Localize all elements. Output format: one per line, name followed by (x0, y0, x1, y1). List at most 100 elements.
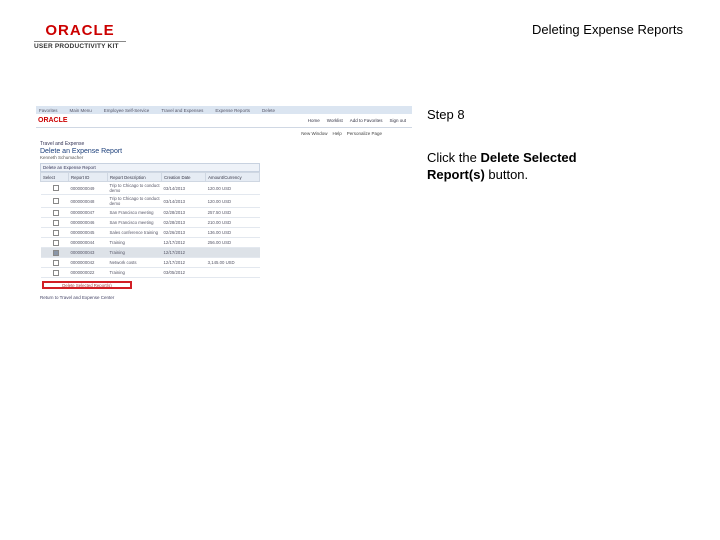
date-cell: 02/26/2013 (161, 227, 206, 238)
description-cell: San Francisco meeting (107, 217, 162, 228)
screenshot-page-title: Delete an Expense Report (40, 148, 123, 155)
table-row: 0000000022 Training 03/05/2012 (40, 267, 260, 278)
description-cell: Training (107, 267, 162, 278)
expense-report-table: Select Report ID Report Description Crea… (40, 172, 260, 278)
logo-divider (34, 41, 126, 42)
select-checkbox[interactable] (52, 269, 59, 276)
amount-cell: 120.00 USD (205, 181, 260, 195)
application-screenshot: Favorites Main Menu Employee Self-Servic… (36, 106, 412, 302)
select-cell (40, 181, 69, 195)
date-cell: 12/17/2012 (161, 237, 206, 248)
column-creation-date: Creation Date (161, 172, 207, 182)
select-cell (40, 267, 69, 278)
link-worklist[interactable]: Worklist (327, 118, 343, 123)
link-personalize-page[interactable]: Personalize Page (347, 131, 382, 136)
column-description: Report Description (107, 172, 163, 182)
report-id-cell: 0000000042 (68, 257, 108, 268)
select-cell (40, 237, 69, 248)
nav-expense-reports[interactable]: Expense Reports (215, 108, 250, 113)
select-checkbox[interactable] (52, 185, 59, 191)
step-label: Step 8 (427, 107, 465, 122)
screenshot-brand-bar: ORACLE Home Worklist Add to Favorites Si… (36, 114, 412, 128)
select-checkbox[interactable] (52, 259, 59, 266)
screenshot-page-links: New Window Help Personalize Page (36, 128, 412, 138)
screenshot-breadcrumb[interactable]: Travel and Expense (36, 141, 412, 147)
report-id-cell: 0000000045 (68, 227, 108, 238)
report-id-cell: 0000000043 (68, 247, 108, 258)
select-checkbox[interactable] (52, 229, 59, 236)
link-home[interactable]: Home (308, 118, 320, 123)
date-cell: 03/14/2013 (161, 181, 206, 195)
amount-cell: 3,145.00 USD (205, 257, 260, 268)
date-cell: 03/14/2013 (161, 194, 206, 208)
screenshot-employee-name: Kenneth Schumacher (40, 155, 84, 160)
link-help[interactable]: Help (332, 131, 341, 136)
screenshot-section-header: Delete an Expense Report (40, 163, 260, 172)
screenshot-top-links: Home Worklist Add to Favorites Sign out (308, 118, 412, 123)
column-amount: Amount/Currency (205, 172, 260, 182)
report-id-cell: 0000000046 (68, 217, 108, 228)
nav-travel-expenses[interactable]: Travel and Expenses (161, 108, 203, 113)
table-row: 0000000047 San Francisco meeting 02/28/2… (40, 207, 260, 218)
screenshot-oracle-logo: ORACLE (38, 117, 68, 124)
select-cell (40, 194, 69, 208)
logo-brand: ORACLE (45, 22, 115, 39)
nav-favorites[interactable]: Favorites (39, 108, 58, 113)
delete-selected-reports-button[interactable]: Delete Selected Report(s) (42, 281, 132, 289)
select-checkbox-checked[interactable] (52, 249, 59, 256)
select-cell (40, 227, 69, 238)
amount-cell: 136.00 USD (205, 227, 260, 238)
select-cell (40, 207, 69, 218)
logo-product: USER PRODUCTIVITY KIT (34, 43, 119, 50)
link-add-favorites[interactable]: Add to Favorites (350, 118, 383, 123)
column-report-id: Report ID (67, 172, 109, 182)
table-row: 0000000044 Training 12/17/2012 256.00 US… (40, 237, 260, 248)
date-cell: 03/05/2012 (161, 267, 206, 278)
amount-cell: 210.00 USD (205, 217, 260, 228)
description-cell: Training (107, 237, 162, 248)
description-cell: Trip to Chicago to conduct demo (107, 194, 162, 208)
select-cell (40, 247, 69, 258)
amount-cell (205, 247, 260, 258)
description-cell: Network costs (107, 257, 162, 268)
report-id-cell: 0000000048 (68, 194, 108, 208)
report-id-cell: 0000000044 (68, 237, 108, 248)
table-row: 0000000048 Trip to Chicago to conduct de… (40, 194, 260, 208)
date-cell: 02/28/2013 (161, 207, 206, 218)
report-id-cell: 0000000049 (68, 181, 108, 195)
nav-main-menu[interactable]: Main Menu (70, 108, 92, 113)
instruction-text-before: Click the (427, 150, 481, 165)
table-header-row: Select Report ID Report Description Crea… (40, 172, 260, 182)
delete-button-label: Delete Selected Report(s) (62, 282, 112, 288)
table-row: 0000000045 Sales conference training 02/… (40, 227, 260, 238)
table-row: 0000000042 Network costs 12/17/2012 3,14… (40, 257, 260, 268)
return-link[interactable]: Return to Travel and Expense Center (40, 295, 114, 300)
select-cell (40, 217, 69, 228)
amount-cell: 257.50 USD (205, 207, 260, 218)
report-id-cell: 0000000047 (68, 207, 108, 218)
select-checkbox[interactable] (52, 209, 59, 216)
nav-delete[interactable]: Delete (262, 108, 275, 113)
date-cell: 12/17/2012 (161, 257, 206, 268)
select-checkbox[interactable] (52, 198, 59, 204)
step-instruction: Click the Delete Selected Report(s) butt… (427, 149, 617, 183)
select-checkbox[interactable] (52, 219, 59, 226)
link-sign-out[interactable]: Sign out (389, 118, 406, 123)
amount-cell (205, 267, 260, 278)
amount-cell: 120.00 USD (205, 194, 260, 208)
description-cell: Training (107, 247, 162, 258)
instruction-text-after: button. (484, 167, 529, 182)
screenshot-nav-bar: Favorites Main Menu Employee Self-Servic… (36, 106, 412, 114)
document-title: Deleting Expense Reports (531, 22, 683, 37)
select-checkbox[interactable] (52, 239, 59, 246)
oracle-upk-logo: ORACLE USER PRODUCTIVITY KIT (34, 22, 126, 50)
table-row: 0000000046 San Francisco meeting 02/28/2… (40, 217, 260, 228)
link-new-window[interactable]: New Window (301, 131, 327, 136)
report-id-cell: 0000000022 (68, 267, 108, 278)
description-cell: Trip to Chicago to conduct demo (107, 181, 162, 195)
column-select: Select (40, 172, 69, 182)
description-cell: Sales conference training (107, 227, 162, 238)
nav-employee-self-service[interactable]: Employee Self-Service (104, 108, 150, 113)
table-row: 0000000049 Trip to Chicago to conduct de… (40, 181, 260, 195)
description-cell: San Francisco meeting (107, 207, 162, 218)
